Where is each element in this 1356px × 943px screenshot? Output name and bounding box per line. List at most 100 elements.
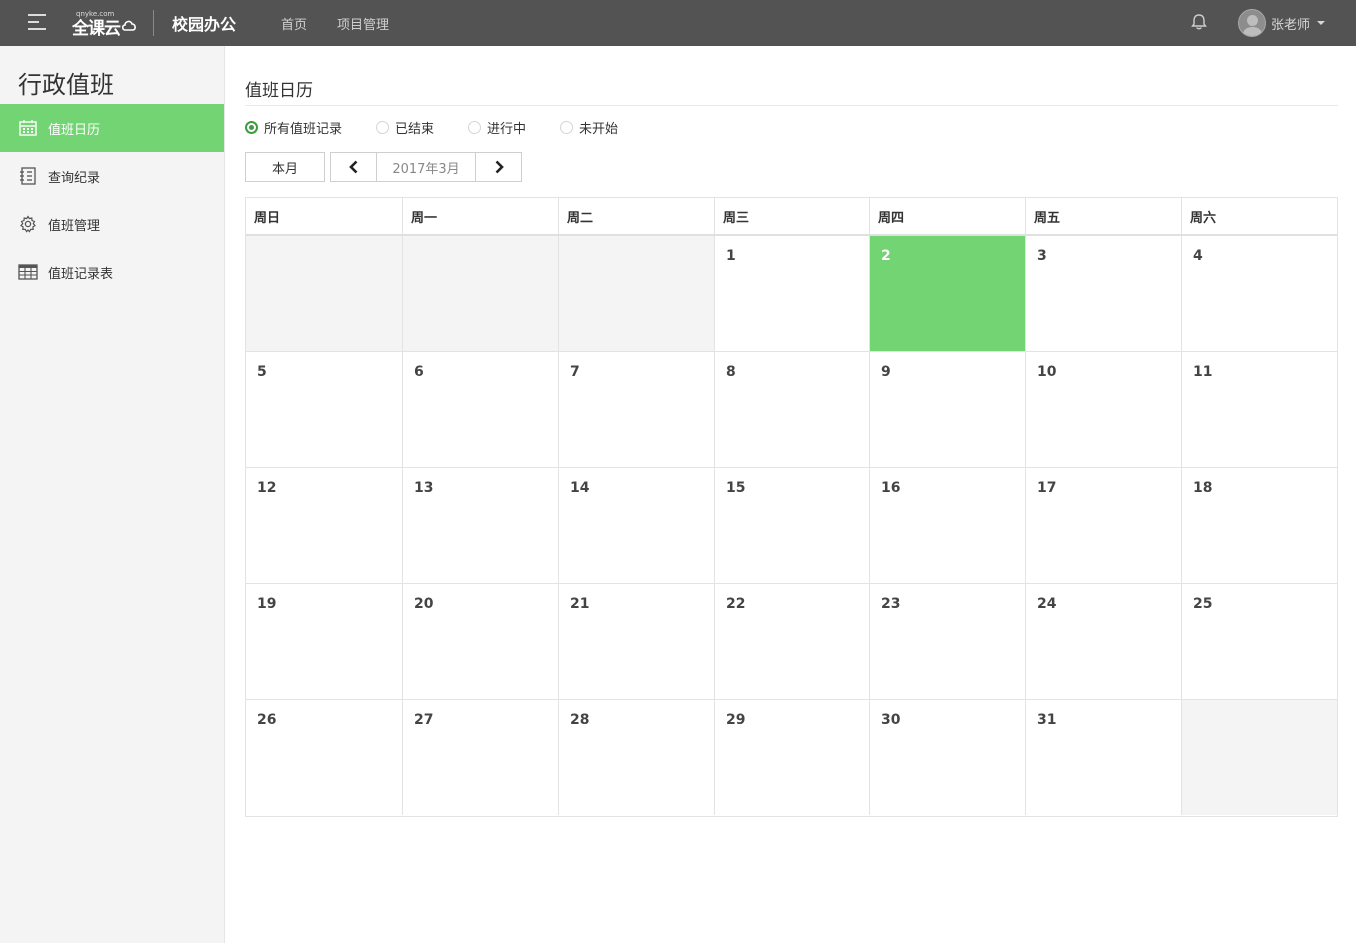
gear-icon [18,214,38,234]
current-month-label: 2017年3月 [376,153,476,181]
brand-logo[interactable]: qnyke.com 全课云 [72,8,137,39]
calendar-day-cell[interactable]: 16 [870,468,1026,583]
sidebar-item-label: 查询纪录 [48,170,101,186]
calendar-empty-cell [403,236,559,351]
calendar-day-cell[interactable]: 12 [246,468,403,583]
calendar-day-cell[interactable]: 4 [1182,236,1337,351]
calendar-week-row: 5 6 7 8 9 10 11 [246,352,1337,468]
sidebar-item-label: 值班记录表 [48,266,114,282]
calendar-day-cell[interactable]: 19 [246,584,403,699]
radio-checked-icon[interactable] [245,120,258,134]
filter-in-progress[interactable]: 进行中 [468,118,526,137]
user-menu[interactable]: 张老师 [1238,9,1326,37]
calendar-day-cell[interactable]: 10 [1026,352,1182,467]
radio-icon[interactable] [468,120,482,134]
calendar-day-cell[interactable]: 7 [559,352,715,467]
calendar-week-row: 12 13 14 15 16 17 18 [246,468,1337,584]
calendar-day-cell[interactable]: 3 [1026,236,1182,351]
filter-ended[interactable]: 已结束 [376,118,434,137]
calendar-day-cell[interactable]: 21 [559,584,715,699]
weekday-header: 周一 [403,198,559,234]
duty-calendar: 周日 周一 周二 周三 周四 周五 周六 1 2 3 4 5 6 7 8 9 10 11 12 13 14 15 16 17… [245,197,1338,817]
calendar-day-cell[interactable]: 31 [1026,700,1182,815]
calendar-day-cell[interactable]: 14 [559,468,715,583]
menu-toggle-icon[interactable] [28,14,48,32]
sidebar-item-duty-management[interactable]: 值班管理 [0,200,224,248]
weekday-header: 周二 [559,198,715,234]
chevron-right-icon [495,160,504,174]
calendar-icon [18,118,38,138]
filter-label: 未开始 [579,121,619,137]
brand-separator [153,10,154,36]
weekday-header: 周六 [1190,210,1217,226]
calendar-day-cell[interactable]: 29 [715,700,870,815]
sidebar-item-label: 值班管理 [48,218,101,234]
calendar-weekday-header: 周日 周一 周二 周三 周四 周五 周六 [246,198,1337,236]
status-filter-group: 所有值班记录 已结束 进行中 未开始 [245,118,652,137]
chevron-left-icon [348,160,357,174]
brand-logo-sub: qnyke.com [76,9,115,18]
chevron-down-icon [1317,21,1326,25]
calendar-week-row: 26 27 28 29 30 31 [246,700,1337,816]
calendar-day-cell[interactable]: 5 [246,352,403,467]
radio-icon[interactable] [560,120,574,134]
calendar-day-cell[interactable]: 27 [403,700,559,815]
title-divider [245,105,1338,106]
weekday-header: 周四 [870,198,1026,234]
calendar-day-cell[interactable]: 23 [870,584,1026,699]
calendar-day-cell[interactable]: 17 [1026,468,1182,583]
filter-label: 所有值班记录 [264,121,343,137]
nav-home[interactable]: 首页 [281,14,307,33]
filter-not-started[interactable]: 未开始 [560,118,618,137]
weekday-header: 周三 [715,198,870,234]
prev-month-button[interactable] [331,153,376,181]
calendar-week-row: 1234 [246,236,1337,352]
sidebar-item-label: 值班日历 [48,122,101,138]
calendar-day-cell[interactable]: 25 [1182,584,1337,699]
list-icon [18,166,38,186]
sidebar-item-query-records[interactable]: 查询纪录 [0,152,224,200]
calendar-day-cell[interactable]: 11 [1182,352,1337,467]
page-title: 值班日历 [245,81,313,101]
calendar-day-cell[interactable]: 26 [246,700,403,815]
cloud-icon [121,20,136,31]
next-month-button[interactable] [476,153,521,181]
brand: qnyke.com 全课云 校园办公 [72,7,236,39]
calendar-day-cell[interactable]: 13 [403,468,559,583]
calendar-day-cell[interactable]: 28 [559,700,715,815]
month-navigator: 2017年3月 [330,152,522,182]
calendar-week-row: 19 20 21 22 23 24 25 [246,584,1337,700]
sidebar-item-duty-calendar[interactable]: 值班日历 [0,104,224,152]
app-title[interactable]: 校园办公 [172,11,236,35]
nav-project-management[interactable]: 项目管理 [337,14,389,33]
calendar-day-cell[interactable]: 9 [870,352,1026,467]
calendar-body: 1 2 3 4 5 6 7 8 9 10 11 12 13 14 15 16 17 18 19 20 21 22 23 24 2… [246,236,1337,816]
filter-label: 已结束 [395,121,435,137]
calendar-empty-cell [1182,700,1337,815]
calendar-day-cell[interactable]: 30 [870,700,1026,815]
sidebar-item-duty-record-table[interactable]: 值班记录表 [0,248,224,296]
table-icon [18,262,38,282]
radio-icon[interactable] [376,120,390,134]
weekday-header: 周五 [1026,198,1182,234]
calendar-empty-cell [246,236,403,351]
calendar-day-cell[interactable]: 8 [715,352,870,467]
this-month-button[interactable]: 本月 [245,152,325,182]
calendar-day-cell[interactable]: 22 [715,584,870,699]
sidebar: 行政值班 值班日历 查询纪录 值班管理 值班记录表 [0,46,225,943]
bell-icon[interactable] [1189,12,1209,32]
user-name: 张老师 [1271,17,1311,33]
calendar-day-cell[interactable]: 24 [1026,584,1182,699]
top-bar: qnyke.com 全课云 校园办公 首页 项目管理 张老师 [0,0,1356,46]
calendar-day-cell[interactable]: 6 [403,352,559,467]
calendar-day-cell[interactable]: 15 [715,468,870,583]
filter-all-records[interactable]: 所有值班记录 [245,118,342,137]
calendar-day-cell[interactable]: 20 [403,584,559,699]
calendar-day-cell[interactable]: 18 [1182,468,1337,583]
calendar-day-cell[interactable]: 1 [715,236,870,351]
avatar [1238,9,1266,37]
calendar-day-cell-today[interactable]: 2 [870,236,1026,351]
sidebar-title: 行政值班 [18,71,114,99]
weekday-header: 周日 [246,198,403,234]
top-nav: 首页 项目管理 [281,0,419,46]
